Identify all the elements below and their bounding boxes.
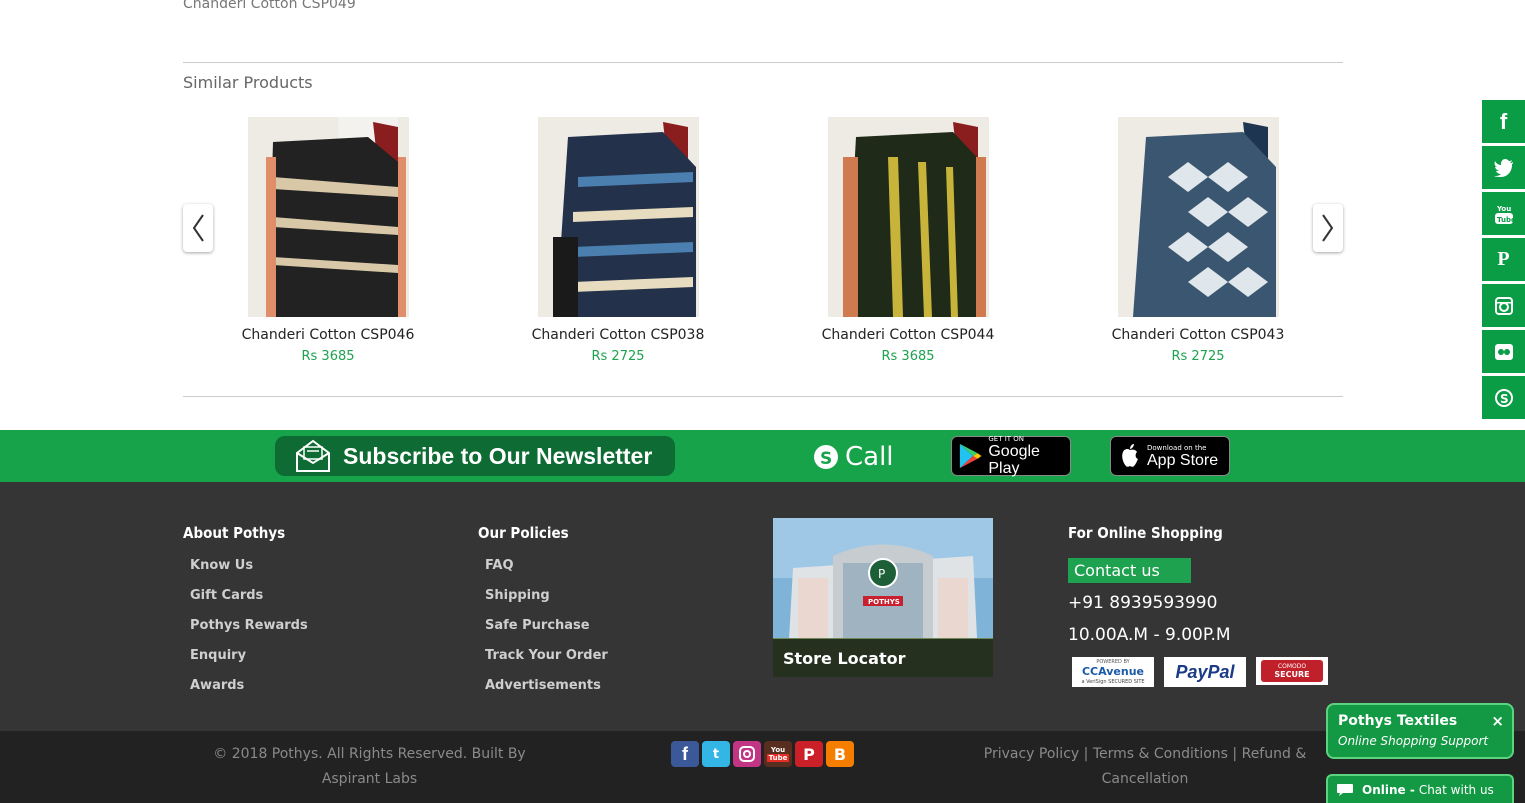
footer-online-title: For Online Shopping bbox=[1068, 524, 1223, 542]
newsletter-label: Subscribe to Our Newsletter bbox=[343, 442, 653, 469]
svg-text:You: You bbox=[1496, 205, 1511, 213]
product-image[interactable] bbox=[537, 117, 699, 317]
ccavenue-badge: POWERED BY CCAvenue a VeriSign SECURED S… bbox=[1072, 657, 1154, 687]
footer-link-enquiry[interactable]: Enquiry bbox=[190, 648, 246, 663]
blogger-icon[interactable]: B bbox=[826, 741, 854, 767]
similar-products-title: Similar Products bbox=[183, 73, 313, 92]
product-price: Rs 2725 bbox=[591, 349, 645, 364]
svg-text:Tube: Tube bbox=[1497, 216, 1514, 224]
app-store-small: Download on the bbox=[1147, 443, 1207, 452]
privacy-policy-link[interactable]: Privacy Policy bbox=[984, 746, 1079, 762]
facebook-icon[interactable]: f bbox=[671, 741, 699, 767]
footer-link-track-order[interactable]: Track Your Order bbox=[485, 648, 608, 663]
google-play-icon bbox=[959, 443, 982, 469]
google-play-label: Google Play bbox=[988, 443, 1040, 477]
comodo-label: SECURE bbox=[1274, 670, 1310, 679]
contact-us-button[interactable]: Contact us bbox=[1068, 558, 1191, 583]
footer bbox=[0, 482, 1525, 731]
skype-icon: S bbox=[814, 445, 838, 469]
pinterest-icon[interactable]: P bbox=[1482, 238, 1525, 281]
link-separator: | bbox=[1232, 746, 1238, 762]
terms-link[interactable]: Terms & Conditions bbox=[1093, 746, 1228, 762]
divider bbox=[183, 62, 1343, 63]
chat-action: Chat with us bbox=[1418, 782, 1494, 797]
divider bbox=[183, 396, 1343, 397]
chat-title: Pothys Textiles bbox=[1338, 713, 1458, 729]
svg-text:S: S bbox=[820, 449, 832, 469]
svg-text:S: S bbox=[1500, 392, 1509, 406]
product-card[interactable]: Chanderi Cotton CSP038 Rs 2725 bbox=[473, 117, 763, 364]
footer-policies-title: Our Policies bbox=[478, 524, 569, 542]
call-label: Call bbox=[845, 442, 894, 472]
store-locator-label: Store Locator bbox=[773, 639, 993, 677]
product-price: Rs 3685 bbox=[881, 349, 935, 364]
product-name[interactable]: Chanderi Cotton CSP044 bbox=[763, 327, 1053, 343]
policy-links: Privacy Policy | Terms & Conditions | Re… bbox=[980, 742, 1310, 792]
app-store-label: App Store bbox=[1147, 451, 1219, 469]
app-store-button[interactable]: Download on the App Store bbox=[1110, 436, 1230, 476]
chat-close-button[interactable]: × bbox=[1491, 712, 1504, 730]
skype-call-button[interactable]: S Call bbox=[812, 440, 894, 474]
footer-link-pothys-rewards[interactable]: Pothys Rewards bbox=[190, 618, 308, 633]
apple-icon bbox=[1122, 444, 1138, 467]
instagram-icon[interactable] bbox=[1482, 284, 1525, 327]
product-card[interactable]: Chanderi Cotton CSP046 Rs 3685 bbox=[183, 117, 473, 364]
product-name[interactable]: Chanderi Cotton CSP046 bbox=[183, 327, 473, 343]
footer-link-gift-cards[interactable]: Gift Cards bbox=[190, 588, 263, 603]
footer-link-know-us[interactable]: Know Us bbox=[190, 558, 253, 573]
product-price: Rs 3685 bbox=[301, 349, 355, 364]
ccavenue-sub: a VeriSign SECURED SITE bbox=[1081, 679, 1145, 685]
google-play-small: GET IT ON bbox=[988, 435, 1025, 443]
svg-text:P: P bbox=[878, 567, 885, 581]
newsletter-subscribe-button[interactable]: Subscribe to Our Newsletter bbox=[275, 436, 675, 476]
comodo-badge: COMODO SECURE bbox=[1256, 657, 1328, 685]
chat-popup[interactable]: Pothys Textiles Online Shopping Support … bbox=[1326, 703, 1514, 759]
product-image[interactable] bbox=[827, 117, 989, 317]
chat-bubble-icon bbox=[1337, 783, 1353, 796]
twitter-icon[interactable] bbox=[1482, 146, 1525, 189]
paypal-label: PayPal bbox=[1175, 661, 1235, 682]
flickr-icon[interactable] bbox=[1482, 330, 1525, 373]
footer-about-title: About Pothys bbox=[183, 524, 286, 542]
product-breadcrumb: Chanderi Cotton CSP049 bbox=[183, 0, 356, 12]
social-rail: f You Tube P S bbox=[1482, 100, 1525, 422]
chat-open-button[interactable]: Online - Chat with us bbox=[1326, 774, 1514, 803]
chat-subtitle: Online Shopping Support bbox=[1338, 734, 1489, 748]
product-name[interactable]: Chanderi Cotton CSP038 bbox=[473, 327, 763, 343]
paypal-badge: PayPal bbox=[1164, 657, 1246, 687]
bottom-social-icons: f t You Tube P B bbox=[671, 741, 854, 767]
pinterest-icon[interactable]: P bbox=[795, 741, 823, 767]
product-card[interactable]: Chanderi Cotton CSP044 Rs 3685 bbox=[763, 117, 1053, 364]
product-name[interactable]: Chanderi Cotton CSP043 bbox=[1053, 327, 1343, 343]
product-image[interactable] bbox=[1117, 117, 1279, 317]
footer-link-shipping[interactable]: Shipping bbox=[485, 588, 550, 603]
store-sign: POTHYS bbox=[868, 598, 900, 606]
copyright-text: © 2018 Pothys. All Rights Reserved. Buil… bbox=[213, 746, 526, 787]
youtube-icon[interactable]: You Tube bbox=[764, 741, 792, 767]
google-play-button[interactable]: GET IT ON Google Play bbox=[951, 435, 1071, 477]
product-price: Rs 2725 bbox=[1171, 349, 1225, 364]
footer-link-advertisements[interactable]: Advertisements bbox=[485, 678, 601, 693]
footer-link-safe-purchase[interactable]: Safe Purchase bbox=[485, 618, 590, 633]
ccavenue-label: CCAvenue bbox=[1081, 665, 1145, 678]
envelope-icon bbox=[296, 439, 330, 472]
promo-banner bbox=[0, 430, 1525, 482]
support-hours: 10.00A.M - 9.00P.M bbox=[1068, 625, 1231, 645]
skype-icon[interactable]: S bbox=[1482, 376, 1525, 419]
youtube-icon[interactable]: You Tube bbox=[1482, 192, 1525, 235]
link-separator: | bbox=[1083, 746, 1089, 762]
chat-status: Online - bbox=[1362, 782, 1415, 797]
footer-link-awards[interactable]: Awards bbox=[190, 678, 244, 693]
instagram-icon[interactable] bbox=[733, 741, 761, 767]
twitter-icon[interactable]: t bbox=[702, 741, 730, 767]
support-phone: +91 8939593990 bbox=[1068, 593, 1218, 613]
store-locator-link[interactable]: P POTHYS Store Locator bbox=[773, 518, 993, 677]
product-image[interactable] bbox=[247, 117, 409, 317]
footer-link-faq[interactable]: FAQ bbox=[485, 558, 514, 573]
facebook-icon[interactable]: f bbox=[1482, 100, 1525, 143]
product-card[interactable]: Chanderi Cotton CSP043 Rs 2725 bbox=[1053, 117, 1343, 364]
